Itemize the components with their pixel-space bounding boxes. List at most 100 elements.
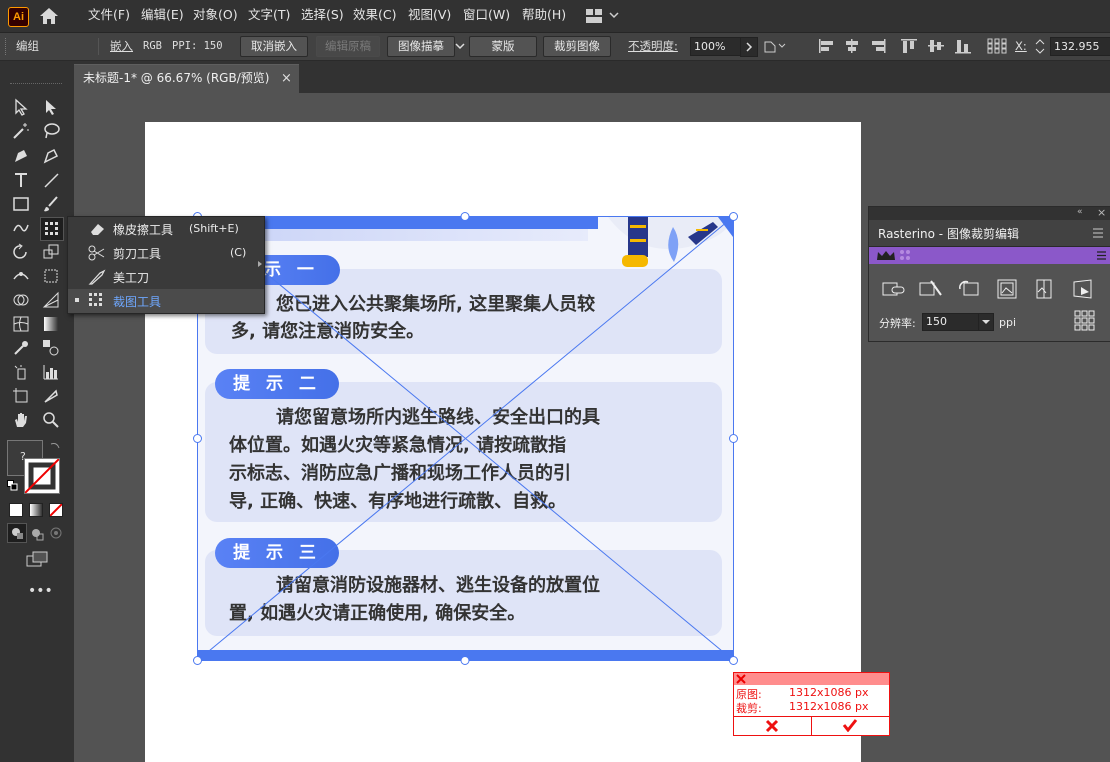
shape-builder-tool-icon[interactable]	[10, 289, 32, 311]
rotate-tool-icon[interactable]	[10, 241, 32, 263]
unembed-button[interactable]: 取消嵌入	[240, 36, 308, 57]
more-tools-icon[interactable]: •••	[28, 583, 53, 599]
selection-bounding-box[interactable]	[190, 209, 742, 669]
mask-button[interactable]: 蒙版	[469, 36, 537, 57]
raster-info-close-icon[interactable]	[736, 674, 746, 684]
color-fill-button[interactable]	[9, 503, 23, 517]
flyout-item-label: 橡皮擦工具	[113, 223, 174, 237]
flyout-item-scissors[interactable]: 剪刀工具 (C)	[68, 241, 264, 265]
draw-normal-icon[interactable]	[7, 523, 27, 543]
opacity-input[interactable]: 100%	[690, 37, 741, 56]
workspace-switcher-icon[interactable]	[586, 9, 620, 23]
lasso-tool-icon[interactable]	[40, 120, 62, 142]
flyout-item-crop-tool[interactable]: 裁图工具	[68, 289, 264, 313]
shaper-tool-icon[interactable]	[10, 217, 32, 239]
panel-title[interactable]: Rasterino - 图像裁剪编辑	[878, 225, 1019, 242]
artboard-shape-icon[interactable]	[763, 38, 789, 54]
menu-window[interactable]: 窗口(W)	[463, 0, 510, 32]
crop-image-button[interactable]: 裁剪图像	[543, 36, 611, 57]
resolution-dropdown-icon[interactable]	[978, 313, 994, 331]
grid-options-icon[interactable]	[1074, 310, 1096, 332]
symbol-sprayer-tool-icon[interactable]	[10, 361, 32, 383]
perspective-grid-tool-icon[interactable]	[40, 289, 62, 311]
confirm-crop-icon[interactable]	[842, 718, 858, 732]
menu-edit[interactable]: 编辑(E)	[141, 0, 184, 32]
scale-tool-icon[interactable]	[40, 241, 62, 263]
crop-size-value: 1312x1086 px	[789, 700, 869, 713]
edit-original-button[interactable]: 编辑原稿	[316, 36, 380, 57]
raster-info-box: 原图: 1312x1086 px 裁剪: 1312x1086 px	[733, 672, 890, 736]
magic-wand-tool-icon[interactable]	[10, 120, 32, 142]
embed-link-icon[interactable]	[882, 279, 906, 299]
opacity-arrow-icon[interactable]	[740, 37, 758, 57]
split-image-icon[interactable]	[1034, 278, 1054, 300]
line-segment-tool-icon[interactable]	[40, 169, 62, 191]
swap-fill-stroke-icon[interactable]	[49, 440, 61, 452]
menu-select[interactable]: 选择(S)	[301, 0, 344, 32]
hand-tool-icon[interactable]	[10, 409, 32, 431]
menu-effect[interactable]: 效果(C)	[353, 0, 396, 32]
draw-inside-icon[interactable]	[49, 526, 65, 542]
width-tool-icon[interactable]	[10, 265, 32, 287]
screen-mode-icon[interactable]	[26, 551, 48, 567]
resolution-input[interactable]: 150	[922, 313, 983, 331]
menu-object[interactable]: 对象(O)	[193, 0, 238, 32]
menu-view[interactable]: 视图(V)	[408, 0, 451, 32]
toolbar-grip[interactable]	[10, 83, 62, 86]
paintbrush-tool-icon[interactable]	[40, 193, 62, 215]
column-graph-tool-icon[interactable]	[40, 361, 62, 383]
grip-handle[interactable]	[5, 38, 8, 55]
menu-file[interactable]: 文件(F)	[88, 0, 130, 32]
image-trace-dropdown-icon[interactable]	[454, 39, 466, 53]
gradient-fill-button[interactable]	[29, 503, 43, 517]
home-icon[interactable]	[39, 7, 59, 25]
rotate-image-icon[interactable]	[958, 279, 982, 299]
align-right-icon[interactable]	[869, 38, 887, 54]
align-center-icon[interactable]	[843, 38, 861, 54]
none-fill-button[interactable]	[49, 503, 63, 517]
align-top-icon[interactable]	[900, 38, 918, 54]
divider	[98, 38, 99, 55]
stroke-swatch[interactable]	[24, 458, 60, 494]
perspective-image-icon[interactable]	[1071, 278, 1095, 300]
mesh-tool-icon[interactable]	[10, 313, 32, 335]
align-bottom-icon[interactable]	[954, 38, 972, 54]
default-colors-icon[interactable]	[7, 480, 18, 491]
x-stepper-icon[interactable]	[1033, 37, 1047, 56]
slice-tool-icon[interactable]	[40, 385, 62, 407]
panel-close-icon[interactable]: ×	[1097, 206, 1106, 219]
free-transform-tool-icon[interactable]	[40, 265, 62, 287]
align-left-icon[interactable]	[818, 38, 836, 54]
align-middle-icon[interactable]	[927, 38, 945, 54]
eyedropper-tool-icon[interactable]	[10, 337, 32, 359]
type-tool-icon[interactable]	[10, 169, 32, 191]
panel-menu-icon[interactable]	[1092, 228, 1104, 238]
gradient-tool-icon[interactable]	[40, 313, 62, 335]
draw-behind-icon[interactable]	[29, 526, 45, 542]
flyout-item-eraser[interactable]: 橡皮擦工具 (Shift+E)	[68, 217, 264, 241]
zoom-tool-icon[interactable]	[40, 409, 62, 431]
document-tab-close-icon[interactable]: ×	[281, 65, 292, 93]
cancel-crop-icon[interactable]	[765, 719, 779, 733]
curvature-tool-icon[interactable]	[40, 145, 62, 167]
menu-type[interactable]: 文字(T)	[248, 0, 290, 32]
flyout-item-knife[interactable]: 美工刀	[68, 265, 264, 289]
pen-tool-icon[interactable]	[10, 145, 32, 167]
menu-help[interactable]: 帮助(H)	[522, 0, 566, 32]
rectangle-tool-icon[interactable]	[10, 193, 32, 215]
x-input[interactable]: 132.955 m	[1050, 37, 1110, 70]
frame-image-icon[interactable]	[996, 278, 1018, 300]
reference-point-icon[interactable]	[987, 38, 1007, 54]
ppi-label: PPI: 150	[172, 40, 223, 52]
flyout-expand-arrow-icon[interactable]	[257, 260, 263, 268]
crop-tool-active-icon[interactable]	[40, 217, 64, 241]
panel-collapse-icon[interactable]: «	[1077, 207, 1083, 217]
direct-selection-tool-icon[interactable]	[40, 96, 62, 118]
blend-tool-icon[interactable]	[40, 337, 62, 359]
document-tab[interactable]: 未标题-1* @ 66.67% (RGB/预览) ×	[74, 64, 299, 94]
image-trace-button[interactable]: 图像描摹	[387, 36, 455, 57]
crop-image-icon[interactable]	[919, 279, 943, 299]
brand-menu-icon[interactable]	[1097, 251, 1106, 260]
artboard-tool-icon[interactable]	[10, 385, 32, 407]
selection-tool-icon[interactable]	[10, 96, 32, 118]
